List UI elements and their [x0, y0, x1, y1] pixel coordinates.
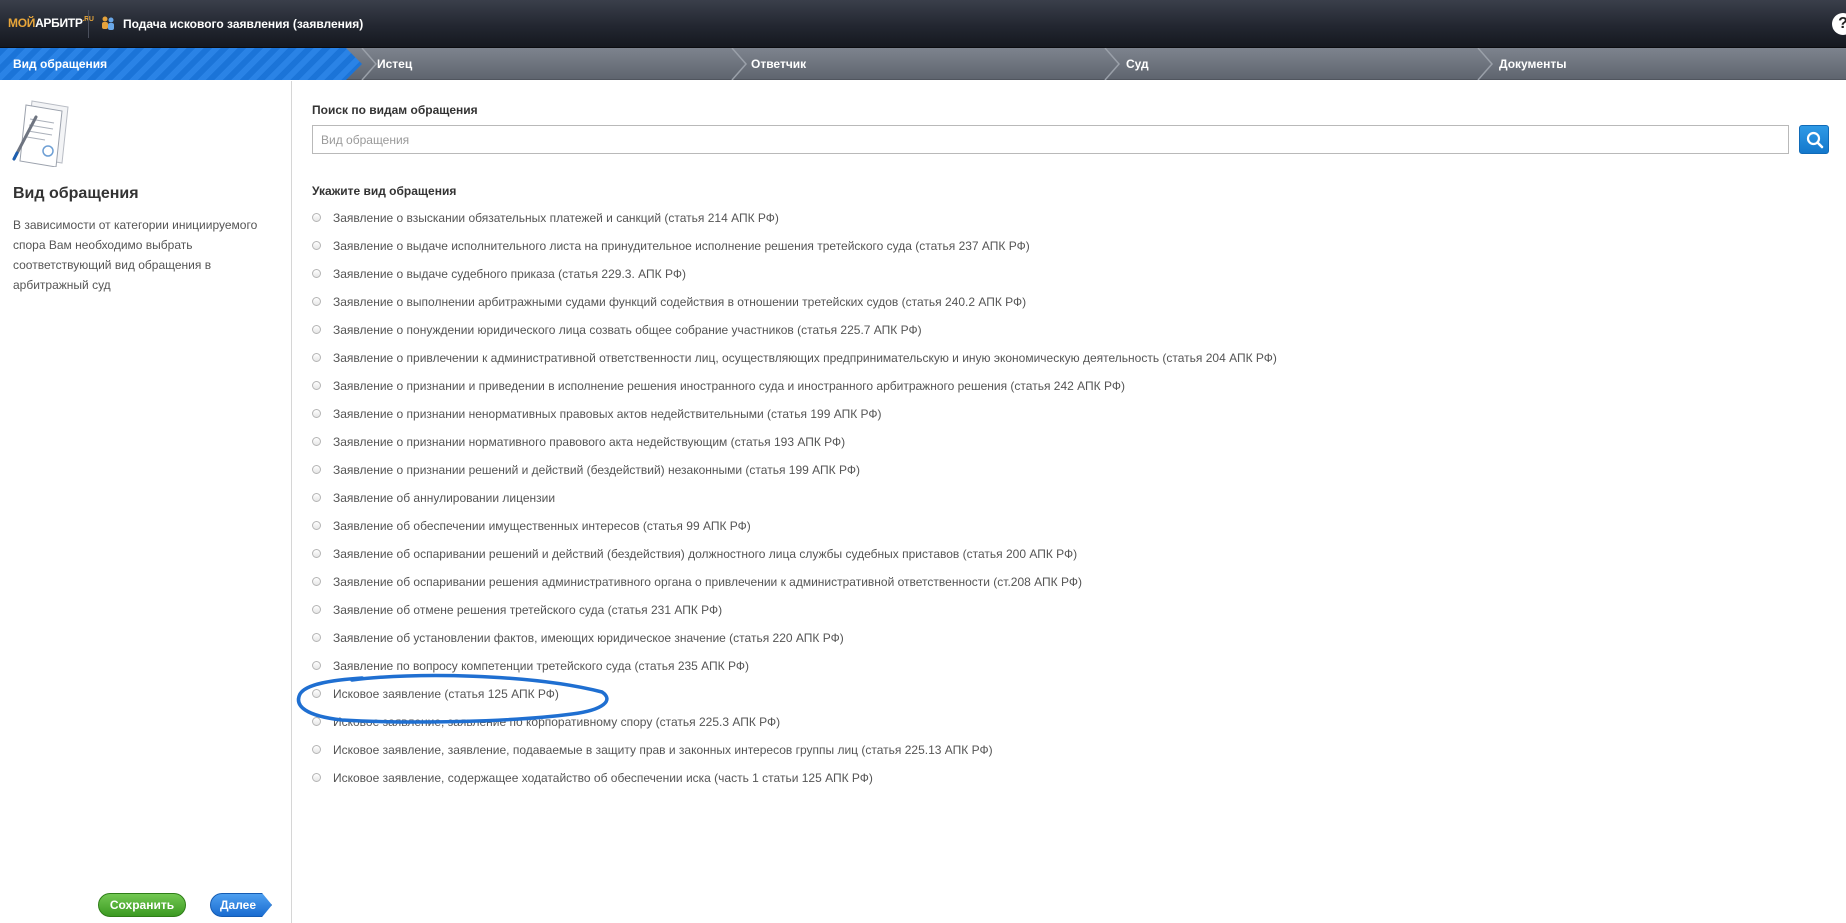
radio-button[interactable] — [312, 605, 321, 614]
radio-button[interactable] — [312, 689, 321, 698]
document-icon — [12, 100, 69, 167]
list-item[interactable]: Заявление о взыскании обязательных плате… — [312, 205, 1277, 233]
radio-button[interactable] — [312, 633, 321, 642]
option-label: Заявление о привлечении к административн… — [333, 350, 1277, 365]
list-item[interactable]: Заявление о понуждении юридического лица… — [312, 317, 1277, 345]
option-label: Исковое заявление, заявление по корпорат… — [333, 714, 781, 729]
option-label: Заявление о взыскании обязательных плате… — [333, 210, 779, 225]
search-button[interactable] — [1799, 125, 1829, 154]
step-separator — [731, 48, 747, 80]
options-title: Укажите вид обращения — [312, 184, 457, 198]
list-item[interactable]: Заявление об установлении фактов, имеющи… — [312, 625, 1277, 653]
list-item[interactable]: Заявление об оспаривании решений и дейст… — [312, 541, 1277, 569]
list-item[interactable]: Заявление о выдаче судебного приказа (ст… — [312, 261, 1277, 289]
radio-button[interactable] — [312, 353, 321, 362]
radio-button[interactable] — [312, 241, 321, 250]
search-icon — [1806, 131, 1824, 149]
sidebar: Вид обращения В зависимости от категории… — [0, 81, 292, 923]
option-label: Заявление о признании нормативного право… — [333, 434, 846, 449]
step-documents[interactable]: Документы — [1486, 48, 1566, 80]
list-item[interactable]: Заявление об обеспечении имущественных и… — [312, 513, 1277, 541]
logo[interactable]: МОЙАРБИТР.RU — [8, 16, 94, 32]
save-button[interactable]: Сохранить — [98, 893, 186, 917]
list-item[interactable]: Исковое заявление, заявление по корпорат… — [312, 709, 1277, 737]
logo-part-2: АРБИТР — [35, 16, 83, 30]
option-label: Заявление о понуждении юридического лица… — [333, 322, 922, 337]
option-label: Заявление о признании решений и действий… — [333, 462, 860, 477]
request-type-list: Заявление о взыскании обязательных плате… — [312, 205, 1277, 793]
list-item[interactable]: Заявление об оспаривании решения админис… — [312, 569, 1277, 597]
radio-button[interactable] — [312, 213, 321, 222]
radio-button[interactable] — [312, 661, 321, 670]
next-button[interactable]: Далее — [210, 893, 272, 917]
list-item[interactable]: Заявление о выдаче исполнительного листа… — [312, 233, 1277, 261]
people-icon — [102, 16, 114, 30]
wizard-steps: Вид обращения Истец Ответчик Суд Докумен… — [0, 48, 1846, 80]
option-label: Заявление о признании и приведении в исп… — [333, 378, 1125, 393]
option-label: Заявление о выдаче исполнительного листа… — [333, 238, 1030, 253]
search-input[interactable] — [312, 125, 1789, 154]
radio-button[interactable] — [312, 773, 321, 782]
option-label: Заявление об оспаривании решений и дейст… — [333, 546, 1078, 561]
logo-part-1: МОЙ — [8, 16, 36, 30]
option-label: Исковое заявление (статья 125 АПК РФ) — [333, 686, 559, 701]
list-item[interactable]: Заявление о выполнении арбитражными суда… — [312, 289, 1277, 317]
option-label: Исковое заявление, заявление, подаваемые… — [333, 742, 993, 757]
list-item[interactable]: Заявление о признании решений и действий… — [312, 457, 1277, 485]
list-item[interactable]: Исковое заявление, содержащее ходатайств… — [312, 765, 1277, 793]
list-item[interactable]: Заявление о признании нормативного право… — [312, 429, 1277, 457]
option-label: Заявление об обеспечении имущественных и… — [333, 518, 751, 533]
list-item[interactable]: Заявление об отмене решения третейского … — [312, 597, 1277, 625]
option-label: Заявление об установлении фактов, имеющи… — [333, 630, 844, 645]
option-label: Заявление о признании ненормативных прав… — [333, 406, 882, 421]
radio-button[interactable] — [312, 549, 321, 558]
radio-button[interactable] — [312, 297, 321, 306]
page-title: Подача искового заявления (заявления) — [123, 17, 364, 31]
radio-button[interactable] — [312, 745, 321, 754]
list-item[interactable]: Заявление о признании и приведении в исп… — [312, 373, 1277, 401]
list-item[interactable]: Заявление об аннулировании лицензии — [312, 485, 1277, 513]
top-bar: МОЙАРБИТР.RU Подача искового заявления (… — [0, 0, 1846, 48]
option-label: Заявление об аннулировании лицензии — [333, 490, 556, 505]
radio-button[interactable] — [312, 577, 321, 586]
radio-button[interactable] — [312, 493, 321, 502]
option-label: Заявление об оспаривании решения админис… — [333, 574, 1082, 589]
radio-button[interactable] — [312, 381, 321, 390]
radio-button[interactable] — [312, 325, 321, 334]
step-separator — [361, 48, 377, 80]
radio-button[interactable] — [312, 437, 321, 446]
sidebar-description: В зависимости от категории инициируемого… — [13, 218, 258, 292]
radio-button[interactable] — [312, 269, 321, 278]
search-label: Поиск по видам обращения — [312, 103, 478, 117]
option-label: Заявление об отмене решения третейского … — [333, 602, 723, 617]
option-label: Заявление о выдаче судебного приказа (ст… — [333, 266, 686, 281]
radio-button[interactable] — [312, 465, 321, 474]
radio-button[interactable] — [312, 717, 321, 726]
step-separator — [1477, 48, 1493, 80]
list-item[interactable]: Заявление по вопросу компетенции третейс… — [312, 653, 1277, 681]
help-icon[interactable]: ? — [1832, 13, 1846, 35]
radio-button[interactable] — [312, 521, 321, 530]
step-request-type[interactable]: Вид обращения — [0, 48, 362, 80]
list-item[interactable]: Заявление о признании ненормативных прав… — [312, 401, 1277, 429]
option-label: Исковое заявление, содержащее ходатайств… — [333, 770, 873, 785]
option-label: Заявление о выполнении арбитражными суда… — [333, 294, 1027, 309]
step-separator — [1104, 48, 1120, 80]
list-item[interactable]: Исковое заявление, заявление, подаваемые… — [312, 737, 1277, 765]
step-defendant[interactable]: Ответчик — [738, 48, 806, 80]
sidebar-title: Вид обращения — [13, 185, 139, 202]
list-item[interactable]: Заявление о привлечении к административн… — [312, 345, 1277, 373]
radio-button[interactable] — [312, 409, 321, 418]
header-divider — [88, 10, 89, 38]
option-label: Заявление по вопросу компетенции третейс… — [333, 658, 749, 673]
list-item[interactable]: Исковое заявление (статья 125 АПК РФ) — [312, 681, 1277, 709]
